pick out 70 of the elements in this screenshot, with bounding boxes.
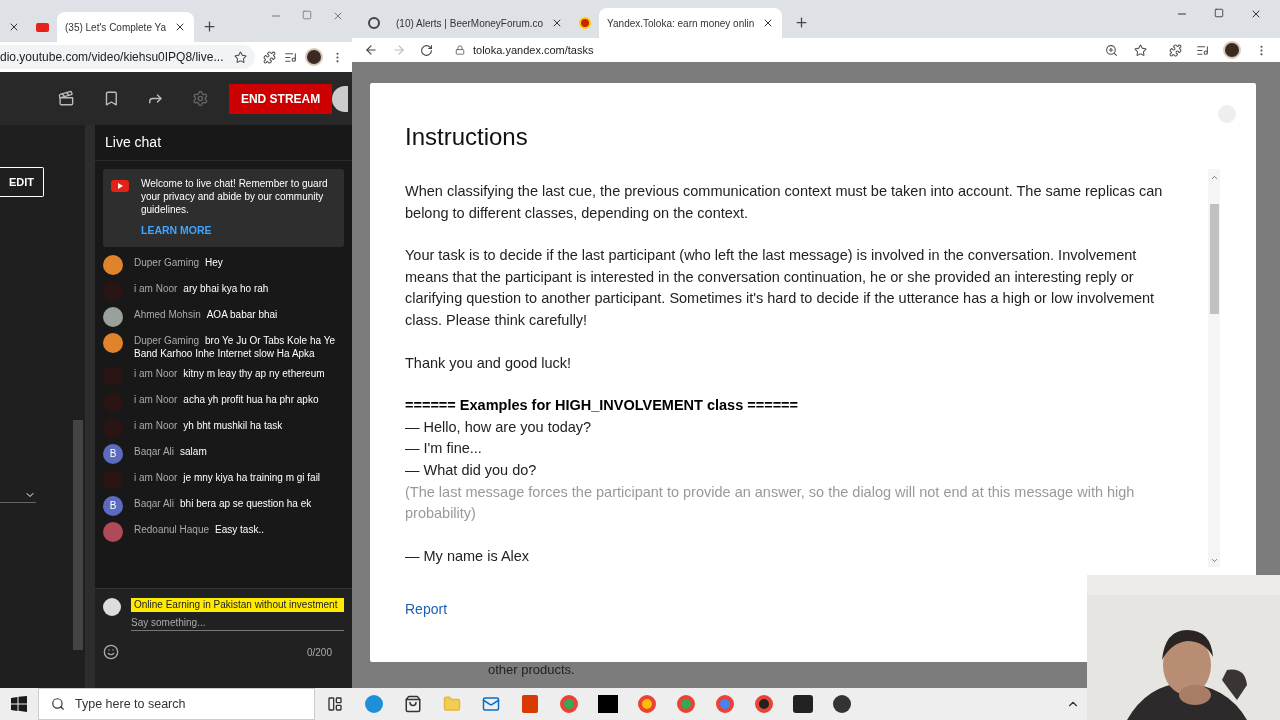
maximize-icon[interactable] [1214, 8, 1224, 18]
end-stream-button[interactable]: END STREAM [228, 83, 333, 114]
channel-avatar[interactable] [332, 85, 349, 112]
chat-message: i am Noor acha yh profit hua ha phr apko [134, 392, 319, 406]
instruction-text: Thank you and good luck! [405, 353, 572, 373]
profile-avatar[interactable] [1223, 41, 1241, 59]
chat-message: Baqar Ali salam [134, 444, 207, 458]
instruction-text: — Hello, how are you today? [405, 417, 592, 437]
sun-icon [579, 17, 592, 29]
chat-message: i am Noor ary bhai kya ho rah [134, 281, 269, 295]
chat-title: Live chat [105, 133, 162, 152]
star-icon[interactable] [234, 50, 247, 64]
close-icon[interactable] [1250, 8, 1262, 20]
explanation-note: (The last message forces the participant to provide an answer, so the dialog will not end at this message with high probability) [405, 482, 1136, 524]
new-tab-icon[interactable] [794, 15, 810, 30]
user-avatar [103, 598, 121, 616]
browser-tab[interactable]: (10) Alerts | BeerMoneyForum.co [388, 8, 572, 38]
user-avatar: B [103, 495, 123, 516]
browser-tab[interactable]: Yandex.Toloka: earn money onlin [599, 8, 783, 38]
emoji-icon[interactable] [103, 644, 119, 660]
chat-message: Baqar Ali bhi bera ap se question ha ek [134, 496, 312, 510]
scrollbar[interactable] [1208, 169, 1220, 567]
instruction-text: — My name is Alex [405, 546, 530, 566]
instruction-text: Your task is to decide if the last participant (who left the last message) is involved in the conversation. Involvement means that the participant is interested in the conversation continuation, he or she provided an interesting reply or clarifying question to another participant. Sometimes it's hard to decide if the utterance has a high or low involvement class. Please think carefully! [405, 246, 1156, 330]
welcome-message: Welcome to live chat! Remember to guard your privacy and abide by our community guidelines. [141, 177, 329, 216]
taskbar-search-field[interactable]: Type here to search [38, 688, 315, 720]
edit-button[interactable]: EDIT [0, 167, 44, 197]
lock-icon [455, 45, 465, 55]
learn-more-link[interactable]: LEARN MORE [141, 223, 336, 239]
video-site-icon [111, 180, 129, 192]
instruction-text: — What did you do? [405, 460, 537, 480]
extensions-icon[interactable] [1169, 43, 1182, 57]
playlist-icon[interactable] [284, 50, 297, 64]
browser-tab[interactable]: (35) Let's Complete Ya [57, 12, 195, 42]
new-tab-icon[interactable] [202, 19, 218, 34]
pinned-message: Online Earning in Pakistan without investment [131, 598, 344, 612]
chat-message: i am Noor kitny m leay thy ap ny ethereum [134, 366, 325, 380]
search-icon [51, 697, 65, 711]
settings-icon[interactable] [192, 90, 209, 107]
back-icon[interactable] [364, 43, 378, 57]
chat-message: i am Noor yh bht mushkil ha task [134, 418, 283, 432]
chat-input-field[interactable]: Say something... [131, 615, 344, 631]
dialog-title: Instructions [405, 122, 528, 152]
scrollbar[interactable] [73, 420, 83, 650]
star-icon[interactable] [1134, 43, 1147, 57]
windows-icon[interactable] [11, 696, 27, 712]
user-avatar: B [103, 443, 123, 464]
video-site-icon [36, 22, 49, 32]
page-text: other products. [488, 661, 575, 679]
extensions-icon[interactable] [263, 50, 276, 64]
address-bar[interactable]: dio.youtube.com/video/kiehsu0IPQ8/live... [0, 45, 255, 69]
instruction-text: — I'm fine... [405, 439, 482, 459]
chat-message: Redoanul Haque Easy task.. [134, 522, 264, 536]
report-link[interactable]: Report [405, 599, 448, 620]
chat-message: Duper Gaming Hey [134, 255, 223, 269]
close-icon[interactable] [8, 21, 20, 33]
chat-message: i am Noor je mny kiya ha training m gi fail [134, 470, 321, 484]
chat-message: Duper Gaming bro Ye Ju Or Tabs Kole ha Ye Band Karhoo Inhe Internet slow Ha Apka [134, 333, 336, 360]
scroll-down-icon[interactable] [1209, 556, 1219, 565]
reload-icon[interactable] [420, 43, 433, 57]
chat-message: Ahmed Mohsin AOA babar bhai [134, 307, 278, 321]
section-heading: ====== Examples for HIGH_INVOLVEMENT class ====== [405, 396, 799, 416]
scrollbar-thumb[interactable] [1209, 204, 1219, 314]
character-counter: 0/200 [306, 645, 332, 660]
zoom-icon[interactable] [1105, 43, 1118, 57]
scroll-up-icon[interactable] [1209, 173, 1219, 182]
profile-avatar[interactable] [305, 48, 323, 66]
playlist-icon[interactable] [1196, 43, 1209, 57]
clapperboard-icon[interactable] [58, 90, 75, 107]
instruction-text: When classifying the last cue, the previous communication context must be taken into account. The same replicas can belong to different classes, depending on the context. [405, 182, 1164, 223]
